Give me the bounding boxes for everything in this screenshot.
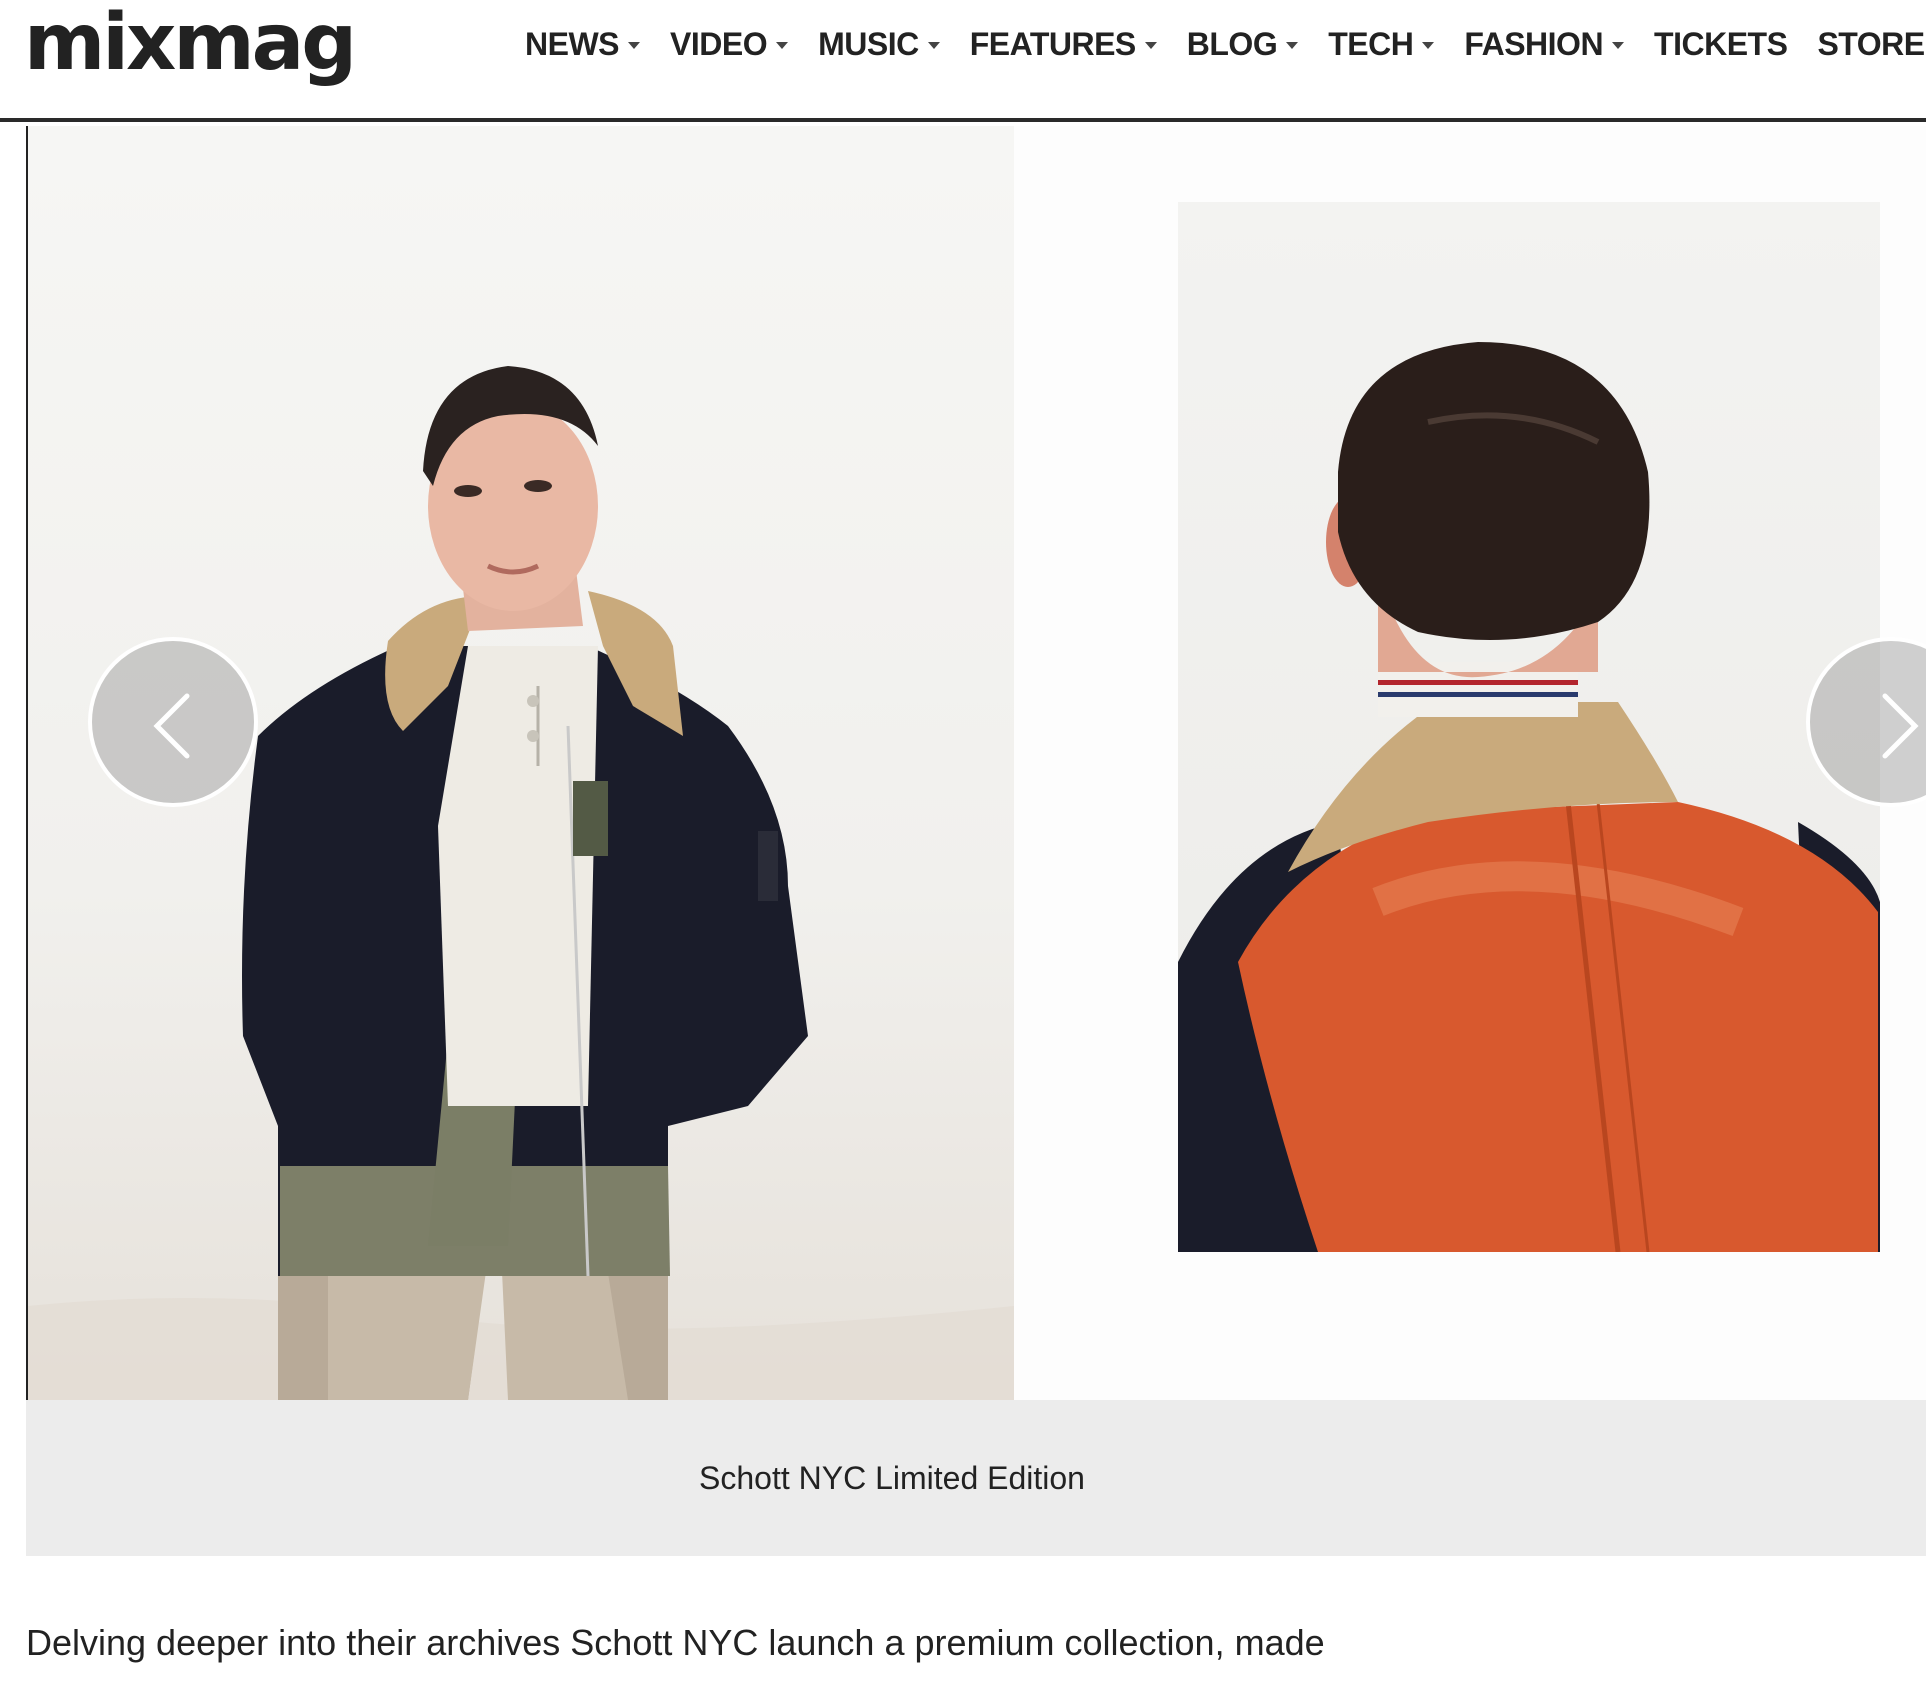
nav-item-label: NEWS: [525, 25, 620, 62]
nav-item-news[interactable]: NEWS: [525, 22, 640, 66]
nav-item-label: BLOG: [1186, 25, 1278, 62]
caret-down-icon: [1286, 41, 1299, 49]
article-body-text: Delving deeper into their archives Schot…: [26, 1622, 1325, 1663]
caret-down-icon: [927, 41, 940, 49]
site-header: mixmag NEWS VIDEO MUSIC FEATURES BLOG TE…: [0, 0, 1926, 122]
nav-item-label: VIDEO: [670, 25, 768, 62]
gallery-caption-bar: Schott NYC Limited Edition: [26, 1400, 1926, 1556]
gallery-prev-button[interactable]: [88, 637, 258, 807]
nav-item-label: FASHION: [1464, 25, 1604, 62]
caret-down-icon: [1612, 41, 1625, 49]
nav-item-video[interactable]: VIDEO: [670, 22, 789, 66]
nav-item-blog[interactable]: BLOG: [1186, 22, 1299, 66]
nav-item-fashion[interactable]: FASHION: [1464, 22, 1625, 66]
caret-down-icon: [628, 41, 640, 49]
nav-item-label: STORE: [1817, 25, 1925, 62]
nav-item-label: TICKETS: [1654, 25, 1788, 62]
nav-item-store[interactable]: STORE: [1817, 22, 1925, 66]
caret-down-icon: [776, 41, 789, 49]
site-logo[interactable]: mixmag: [24, 4, 357, 82]
nav-item-music[interactable]: MUSIC: [818, 22, 940, 66]
caret-down-icon: [1422, 41, 1435, 49]
nav-item-features[interactable]: FEATURES: [970, 22, 1157, 66]
nav-item-tickets[interactable]: TICKETS: [1654, 22, 1788, 66]
gallery-next-button[interactable]: [1806, 637, 1926, 807]
nav-item-tech[interactable]: TECH: [1328, 22, 1435, 66]
nav-item-label: FEATURES: [969, 25, 1137, 62]
gallery-caption: Schott NYC Limited Edition: [699, 1459, 1085, 1496]
chevron-right-icon: [1882, 693, 1919, 759]
gallery-photo-back-view: [1178, 202, 1880, 1252]
caret-down-icon: [1144, 41, 1157, 49]
main-nav: NEWS VIDEO MUSIC FEATURES BLOG TECH FASH…: [525, 22, 1926, 66]
chevron-left-icon: [153, 693, 190, 759]
nav-item-label: MUSIC: [818, 25, 919, 62]
nav-item-label: TECH: [1328, 25, 1414, 62]
